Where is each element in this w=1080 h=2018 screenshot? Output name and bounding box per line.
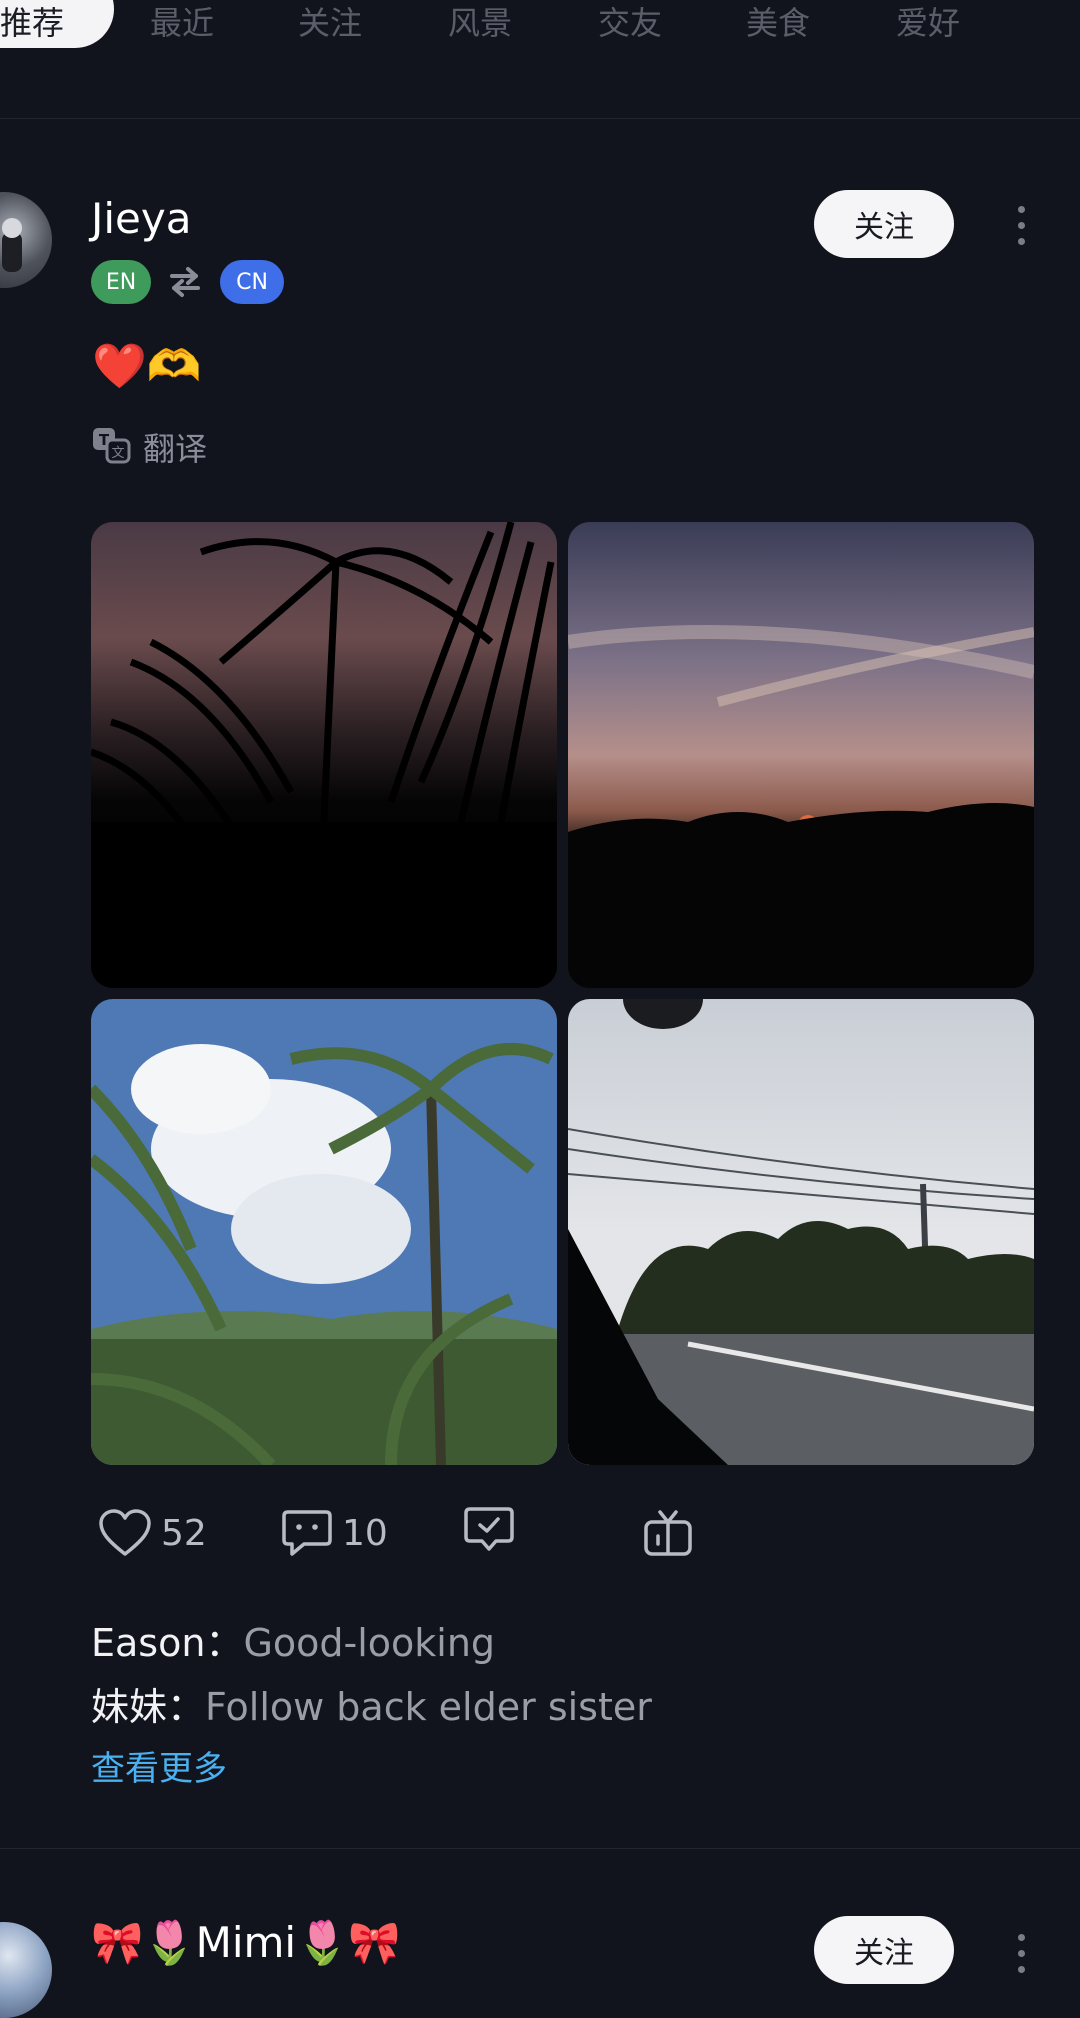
next-post-username[interactable]: 🎀🌷Mimi🌷🎀 xyxy=(91,1918,401,1968)
comment-icon xyxy=(282,1510,332,1556)
follow-button[interactable]: 关注 xyxy=(814,190,954,258)
post-photo-roadside[interactable] xyxy=(568,999,1034,1465)
like-count: 52 xyxy=(161,1512,207,1554)
gift-icon xyxy=(644,1510,692,1556)
lang-badge-source: EN xyxy=(91,260,151,304)
like-button[interactable]: 52 xyxy=(97,1508,207,1558)
tab-recent[interactable]: 最近 xyxy=(150,0,214,44)
follow-button[interactable]: 关注 xyxy=(814,1916,954,1984)
avatar[interactable] xyxy=(0,192,52,288)
post-username[interactable]: Jieya xyxy=(91,194,192,243)
tab-label: 推荐 xyxy=(0,4,65,42)
post-text: ❤️🫶 xyxy=(92,341,202,392)
avatar[interactable] xyxy=(0,1922,52,2018)
post-photo-palm-sunset[interactable] xyxy=(91,522,557,988)
comment-text: Follow back elder sister xyxy=(205,1685,652,1729)
post-photo-sunset-sky[interactable] xyxy=(568,522,1034,988)
comment-author: 妹妹： xyxy=(91,1685,206,1729)
more-options-icon[interactable] xyxy=(1015,1934,1027,1982)
post-divider xyxy=(0,1848,1080,1849)
comment-button[interactable]: 10 xyxy=(280,1508,388,1558)
lang-badge-target: CN xyxy=(220,260,284,304)
translate-icon[interactable]: T 文 xyxy=(91,426,131,468)
svg-text:文: 文 xyxy=(111,446,124,461)
comment-text: Good-looking xyxy=(243,1621,496,1665)
heart-icon xyxy=(99,1509,151,1556)
comment-author: Eason： xyxy=(91,1621,244,1665)
message-check-button[interactable] xyxy=(462,1505,516,1555)
chat-check-icon xyxy=(464,1507,514,1551)
tab-friends[interactable]: 交友 xyxy=(598,0,662,44)
gift-button[interactable] xyxy=(642,1508,694,1558)
see-more-link[interactable]: 查看更多 xyxy=(91,1741,227,1790)
comment-item[interactable]: Eason：Good-looking xyxy=(91,1612,495,1667)
translate-label[interactable]: 翻译 xyxy=(143,424,207,470)
tab-recommended[interactable]: 推荐 xyxy=(0,0,114,48)
comment-count: 10 xyxy=(342,1512,388,1554)
comment-item[interactable]: 妹妹：Follow back elder sister xyxy=(91,1676,652,1731)
tab-following[interactable]: 关注 xyxy=(298,0,362,44)
category-tab-bar: 推荐 最近 关注 风景 交友 美食 爱好 xyxy=(0,0,1080,119)
post-photo-palm-clouds[interactable] xyxy=(91,999,557,1465)
tab-scenery[interactable]: 风景 xyxy=(448,0,512,44)
tab-food[interactable]: 美食 xyxy=(746,0,810,44)
swap-arrows-icon xyxy=(166,264,204,304)
tab-hobby[interactable]: 爱好 xyxy=(896,0,960,44)
more-options-icon[interactable] xyxy=(1015,206,1027,254)
